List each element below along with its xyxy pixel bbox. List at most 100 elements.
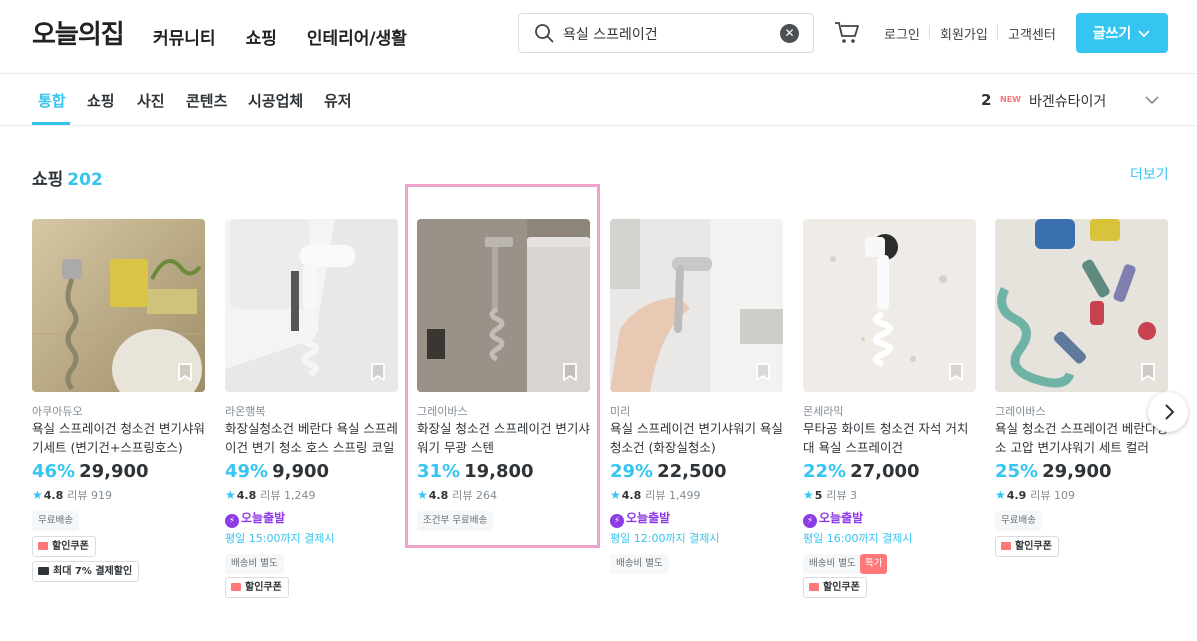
price-value: 29,900 [1042,461,1112,482]
tab-photos[interactable]: 사진 [137,90,165,111]
product-brand: 그레이바스 [995,405,1046,418]
product-brand: 몬세라믹 [803,405,844,418]
bookmark-icon[interactable] [753,362,773,382]
top-header: 오늘의집 커뮤니티 쇼핑 인테리어/생활 욕실 스프레이건 ✕ 로그인 회원가입… [0,0,1197,74]
today-label: 오늘출발 [626,511,671,525]
product-card[interactable]: 라온행복 화장실청소건 베란다 욕실 스프레이건 변기 청소 호스 스프링 코일… [225,219,398,598]
product-price: 49% 9,900 [225,461,329,482]
product-card[interactable]: 미리 욕실 스프레이건 변기샤워기 욕실청소건 (화장실청소) 29% 22,50… [610,219,783,574]
star-icon: ★ [995,488,1006,502]
search-tabs: 통합 쇼핑 사진 콘텐츠 시공업체 유저 2 NEW 바겐슈타이거 [0,74,1197,126]
product-image[interactable] [803,219,976,392]
chevron-down-icon[interactable] [1143,91,1161,109]
ranking-new-badge: NEW [1000,95,1021,104]
product-card[interactable]: 그레이바스 욕실 청소건 스프레이건 베란다청소 고압 변기샤워기 세트 컬러 … [995,219,1168,557]
coupon-icon [231,583,241,591]
active-tab-indicator [32,122,70,125]
today-departure-badge: ⚡ 오늘출발 [610,509,670,528]
today-departure-badge: ⚡ 오늘출발 [803,509,863,528]
product-image[interactable] [32,219,205,392]
product-image[interactable] [225,219,398,392]
product-image[interactable] [610,219,783,392]
product-price: 46% 29,900 [32,461,149,482]
special-price-badge: 특가 [860,554,888,574]
product-name[interactable]: 화장실청소건 베란다 욕실 스프레이건 변기 청소 호스 스프링 코일 ... [225,419,398,457]
discount-rate: 22% [803,461,847,482]
discount-rate: 46% [32,461,76,482]
price-value: 9,900 [272,461,330,482]
product-name[interactable]: 무타공 화이트 청소건 자석 거치대 욕실 스프레이건 [803,419,976,457]
star-icon: ★ [225,488,236,502]
price-value: 27,000 [850,461,920,482]
today-label: 오늘출발 [241,511,286,525]
review-count: 리뷰 3 [826,489,858,502]
shipping-deadline: 평일 12:00까지 결제시 [610,532,720,545]
shipping-tag: 배송비 별도 [610,554,669,574]
search-icon [535,24,554,43]
product-image[interactable] [995,219,1168,392]
coupon-label: 할인쿠폰 [1015,541,1052,552]
product-card[interactable]: 아쿠아듀오 욕실 스프레이건 청소건 변기샤워기세트 (변기건+스프링호스) 4… [32,219,205,582]
rating-score: 5 [814,489,823,502]
product-price: 25% 29,900 [995,461,1112,482]
shipping-deadline: 평일 16:00까지 결제시 [803,532,913,545]
divider [997,25,998,39]
divider [929,25,930,39]
nav-interior[interactable]: 인테리어/생활 [307,24,407,49]
coupon-badge: 할인쿠폰 [995,536,1059,557]
tab-users[interactable]: 유저 [324,90,352,111]
ranking-keyword[interactable]: 바겐슈타이거 [1029,91,1106,111]
login-link[interactable]: 로그인 [884,24,920,43]
rating-score: 4.8 [43,489,64,502]
tab-all[interactable]: 통합 [38,90,66,111]
product-name[interactable]: 욕실 스프레이건 청소건 변기샤워기세트 (변기건+스프링호스) [32,419,205,457]
cart-icon[interactable] [833,19,861,47]
ranking-number[interactable]: 2 [981,91,991,109]
product-rating: ★4.8 리뷰 1,249 [225,487,316,503]
star-icon: ★ [610,488,621,502]
bookmark-icon[interactable] [368,362,388,382]
write-button[interactable]: 글쓰기 [1076,13,1168,53]
discount-rate: 25% [995,461,1039,482]
coupon-badge: 할인쿠폰 [32,536,96,557]
today-label: 오늘출발 [819,511,864,525]
logo[interactable]: 오늘의집 [32,14,125,51]
section-count: 202 [67,170,103,190]
more-link[interactable]: 더보기 [1130,164,1169,184]
nav-shopping[interactable]: 쇼핑 [246,24,277,49]
tab-contractors[interactable]: 시공업체 [248,90,303,111]
review-count: 리뷰 1,499 [645,489,701,502]
signup-link[interactable]: 회원가입 [940,24,988,43]
star-icon: ★ [32,488,43,502]
coupon-icon [38,542,48,550]
tab-shopping[interactable]: 쇼핑 [87,90,115,111]
coupon-label: 할인쿠폰 [823,582,860,593]
review-count: 리뷰 109 [1030,489,1075,502]
search-query[interactable]: 욕실 스프레이건 [563,24,658,44]
bolt-icon: ⚡ [803,514,817,528]
support-link[interactable]: 고객센터 [1008,24,1056,43]
section-title-label: 쇼핑 [32,170,64,190]
highlight-frame [405,184,600,548]
product-card[interactable]: 몬세라믹 무타공 화이트 청소건 자석 거치대 욕실 스프레이건 22% 27,0… [803,219,976,598]
carousel-next-button[interactable] [1148,392,1188,432]
search-input[interactable]: 욕실 스프레이건 ✕ [518,13,814,53]
review-count: 리뷰 1,249 [260,489,316,502]
nav-community[interactable]: 커뮤니티 [153,24,216,49]
bookmark-icon[interactable] [1138,362,1158,382]
rating-score: 4.9 [1006,489,1027,502]
bookmark-icon[interactable] [946,362,966,382]
card-discount-badge: 최대 7% 결제할인 [32,561,140,582]
coupon-badge: 할인쿠폰 [225,577,289,598]
bolt-icon: ⚡ [225,514,239,528]
product-name[interactable]: 욕실 스프레이건 변기샤워기 욕실청소건 (화장실청소) [610,419,783,457]
product-name[interactable]: 욕실 청소건 스프레이건 베란다청소 고압 변기샤워기 세트 컬러 [995,419,1168,457]
product-rating: ★4.9 리뷰 109 [995,487,1075,503]
chevron-down-icon [1138,30,1150,38]
clear-icon[interactable]: ✕ [780,24,799,43]
bookmark-icon[interactable] [175,362,195,382]
product-rating: ★5 리뷰 3 [803,487,857,503]
coupon-label: 할인쿠폰 [52,541,89,552]
bolt-icon: ⚡ [610,514,624,528]
tab-contents[interactable]: 콘텐츠 [186,90,227,111]
